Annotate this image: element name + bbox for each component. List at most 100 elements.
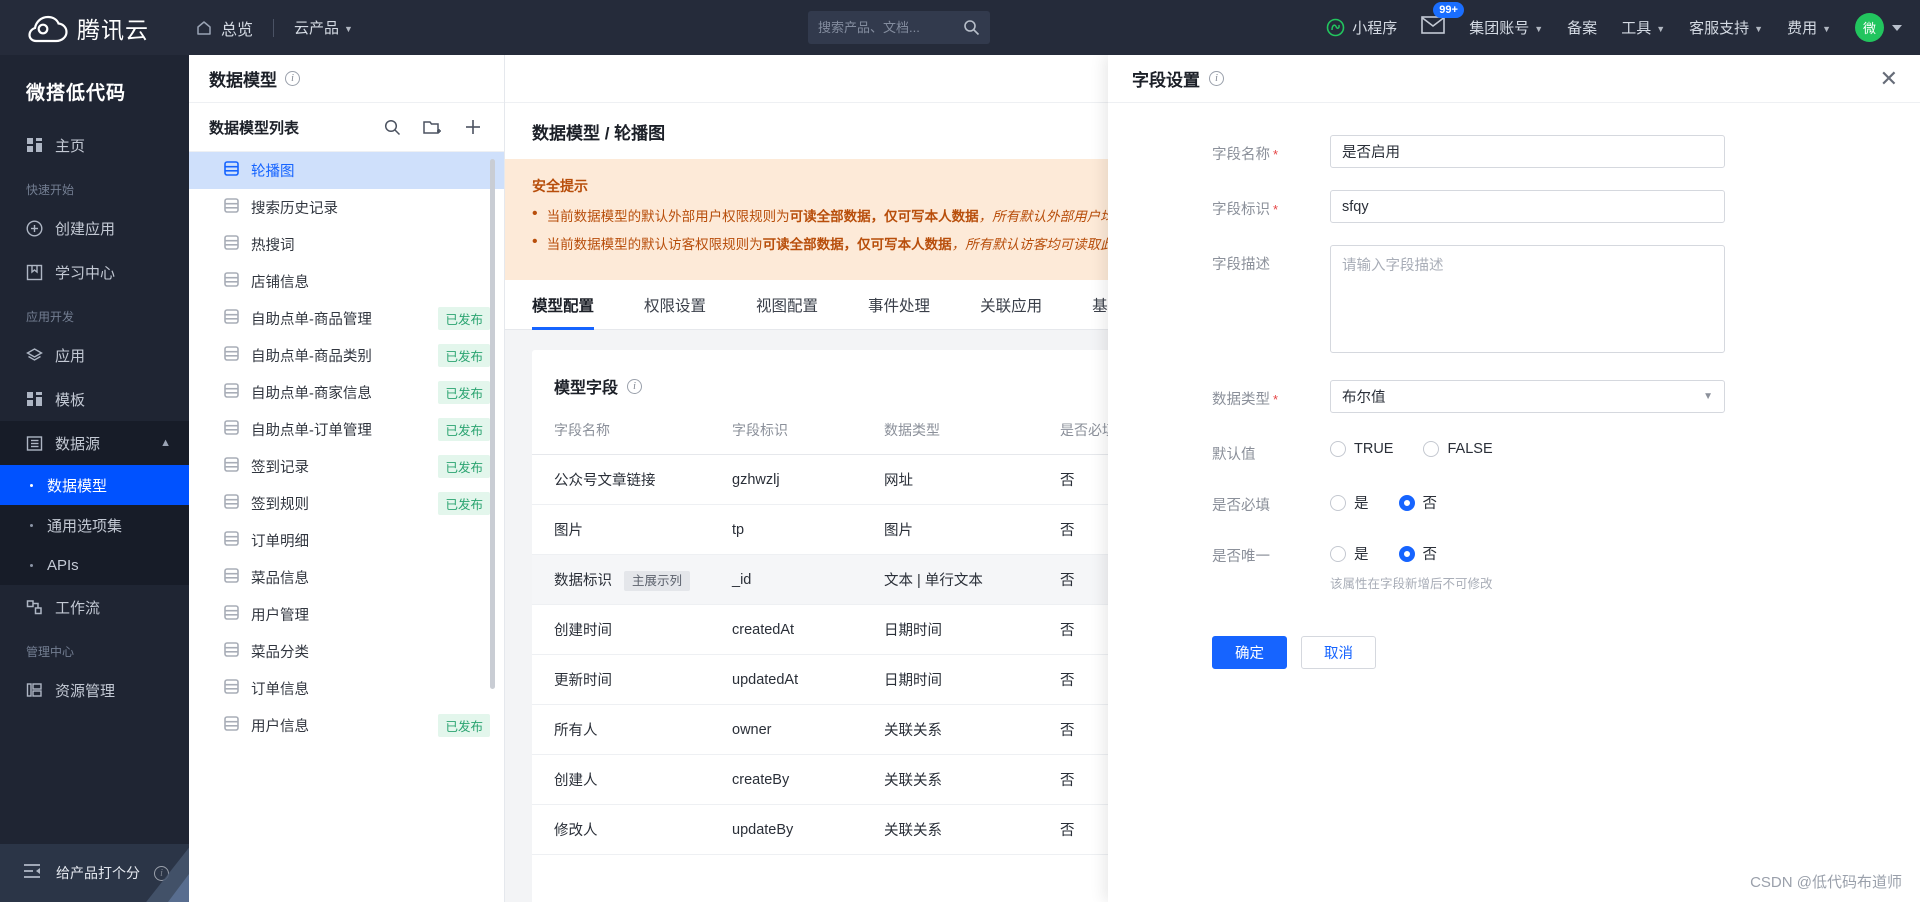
status-badge: 已发布 [438, 307, 490, 330]
close-icon[interactable]: ✕ [1880, 67, 1898, 89]
sidebar-subitem-label: APIs [47, 556, 79, 574]
tab-1[interactable]: 权限设置 [644, 280, 706, 330]
database-icon [223, 419, 240, 440]
list-item[interactable]: 用户信息 已发布 [189, 707, 504, 744]
model-list[interactable]: 轮播图 搜索历史记录 热搜词 店铺信息 自助点单-商品管理 已发布 自助点单-商品… [189, 152, 504, 902]
nav-mini-program[interactable]: 小程序 [1326, 17, 1397, 38]
list-item[interactable]: 搜索历史记录 [189, 189, 504, 226]
form-row-unique: 是否唯一 是 否 该属性在字段新增后不可修改 [1108, 537, 1920, 592]
sidebar-item-option-sets[interactable]: 通用选项集 [0, 505, 189, 545]
cell-field-name: 更新时间 [532, 654, 710, 705]
nav-products[interactable]: 云产品 ▼ [294, 17, 353, 38]
required-marker: * [1273, 147, 1279, 162]
list-item[interactable]: 菜品信息 [189, 559, 504, 596]
field-desc-textarea[interactable] [1330, 245, 1725, 353]
new-folder-icon[interactable] [423, 119, 442, 136]
list-item[interactable]: 订单明细 [189, 522, 504, 559]
nav-fees[interactable]: 费用 ▼ [1787, 17, 1831, 38]
list-item[interactable]: 菜品分类 [189, 633, 504, 670]
sidebar-item-datasource[interactable]: 数据源 ▲ [0, 421, 189, 465]
unique-yes-radio[interactable]: 是 [1330, 543, 1369, 564]
tab-0[interactable]: 模型配置 [532, 280, 595, 330]
required-no-radio[interactable]: 否 [1398, 492, 1437, 513]
sidebar-subitem-label: 通用选项集 [47, 517, 123, 535]
database-icon [223, 567, 240, 588]
list-item[interactable]: 热搜词 [189, 226, 504, 263]
list-scrollbar[interactable] [490, 159, 495, 689]
nav-group-account[interactable]: 集团账号 ▼ [1469, 17, 1543, 38]
nav-messages[interactable]: 99+ [1421, 2, 1464, 39]
field-name-input[interactable] [1330, 135, 1725, 168]
sidebar-item-apps[interactable]: 应用 [0, 333, 189, 377]
chevron-down-icon: ▼ [1754, 23, 1764, 34]
list-item[interactable]: 订单信息 [189, 670, 504, 707]
cell-data-type: 关联关系 [862, 704, 1038, 755]
brand-logo[interactable]: 腾讯云 [28, 11, 149, 45]
search-icon[interactable] [384, 119, 401, 136]
unique-no-radio[interactable]: 否 [1398, 543, 1437, 564]
list-panel-header: 数据模型 i [189, 55, 504, 103]
cancel-button[interactable]: 取消 [1301, 636, 1376, 669]
list-item[interactable]: 自助点单-商家信息 已发布 [189, 374, 504, 411]
list-item[interactable]: 用户管理 [189, 596, 504, 633]
field-key-input[interactable] [1330, 190, 1725, 223]
nav-record[interactable]: 备案 [1567, 17, 1597, 38]
nav-home-label: 总览 [221, 21, 254, 39]
nav-support[interactable]: 客服支持 ▼ [1689, 17, 1763, 38]
column-header: 字段名称 [532, 420, 710, 455]
list-item[interactable]: 自助点单-商品类别 已发布 [189, 337, 504, 374]
info-icon[interactable]: i [285, 71, 300, 86]
model-name: 菜品分类 [251, 645, 309, 661]
data-type-select[interactable]: 布尔值 ▼ [1330, 380, 1725, 413]
list-item[interactable]: 自助点单-商品管理 已发布 [189, 300, 504, 337]
column-header: 字段标识 [710, 420, 862, 455]
nav-divider [273, 18, 275, 37]
info-icon[interactable]: i [627, 378, 643, 394]
sidebar-item-home[interactable]: 主页 [0, 123, 189, 167]
nav-home[interactable]: 总览 [195, 16, 253, 40]
global-search[interactable] [808, 11, 990, 44]
sidebar-item-workflow[interactable]: 工作流 [0, 585, 189, 629]
data-model-list-panel: 数据模型 i 数据模型列表 轮播图 搜索历史记录 热搜词 店铺信息 自助点单-商… [189, 55, 505, 902]
nav-tools[interactable]: 工具 ▼ [1621, 17, 1665, 38]
sidebar-item-create-app[interactable]: 创建应用 [0, 206, 189, 250]
user-menu[interactable]: 微 [1855, 13, 1902, 42]
list-item[interactable]: 店铺信息 [189, 263, 504, 300]
field-desc-label: 字段描述 [1212, 257, 1270, 273]
confirm-button[interactable]: 确定 [1212, 636, 1287, 669]
radio-knob [1330, 441, 1346, 457]
database-icon [223, 160, 240, 181]
model-name: 自助点单-订单管理 [251, 423, 372, 439]
sidebar-item-resource-mgmt[interactable]: 资源管理 [0, 668, 189, 712]
tab-2[interactable]: 视图配置 [756, 280, 818, 330]
default-false-radio[interactable]: FALSE [1423, 441, 1493, 457]
add-model-icon[interactable] [464, 118, 482, 136]
info-icon[interactable]: i [1209, 71, 1224, 86]
collapse-icon[interactable] [22, 862, 42, 884]
status-badge: 已发布 [438, 492, 490, 515]
label-text: 字段名称 [1212, 147, 1270, 163]
sidebar-footer-rate[interactable]: 给产品打个分 i [0, 844, 189, 902]
tab-4[interactable]: 关联应用 [980, 280, 1042, 330]
chevron-down-icon: ▼ [1656, 23, 1666, 34]
nav-support-label: 客服支持 [1689, 20, 1750, 37]
required-yes-radio[interactable]: 是 [1330, 492, 1369, 513]
sidebar-item-label: 主页 [55, 137, 86, 155]
search-icon[interactable] [963, 19, 980, 36]
sidebar-item-data-model[interactable]: 数据模型 [0, 465, 189, 505]
database-icon [223, 604, 240, 625]
tab-3[interactable]: 事件处理 [868, 280, 930, 330]
list-item[interactable]: 轮播图 [189, 152, 504, 189]
list-item[interactable]: 签到记录 已发布 [189, 448, 504, 485]
list-item[interactable]: 签到规则 已发布 [189, 485, 504, 522]
nav-products-label: 云产品 [294, 20, 340, 37]
sidebar-item-templates[interactable]: 模板 [0, 377, 189, 421]
search-input[interactable] [818, 20, 948, 35]
alert-lead: 当前数据模型的默认外部用户权限规则为 [546, 209, 790, 224]
sidebar-item-learning-center[interactable]: 学习中心 [0, 250, 189, 294]
cell-field-name: 公众号文章链接 [532, 454, 710, 505]
sidebar-item-apis[interactable]: APIs [0, 545, 189, 585]
default-true-radio[interactable]: TRUE [1330, 441, 1393, 457]
chevron-down-icon: ▼ [344, 23, 353, 34]
list-item[interactable]: 自助点单-订单管理 已发布 [189, 411, 504, 448]
